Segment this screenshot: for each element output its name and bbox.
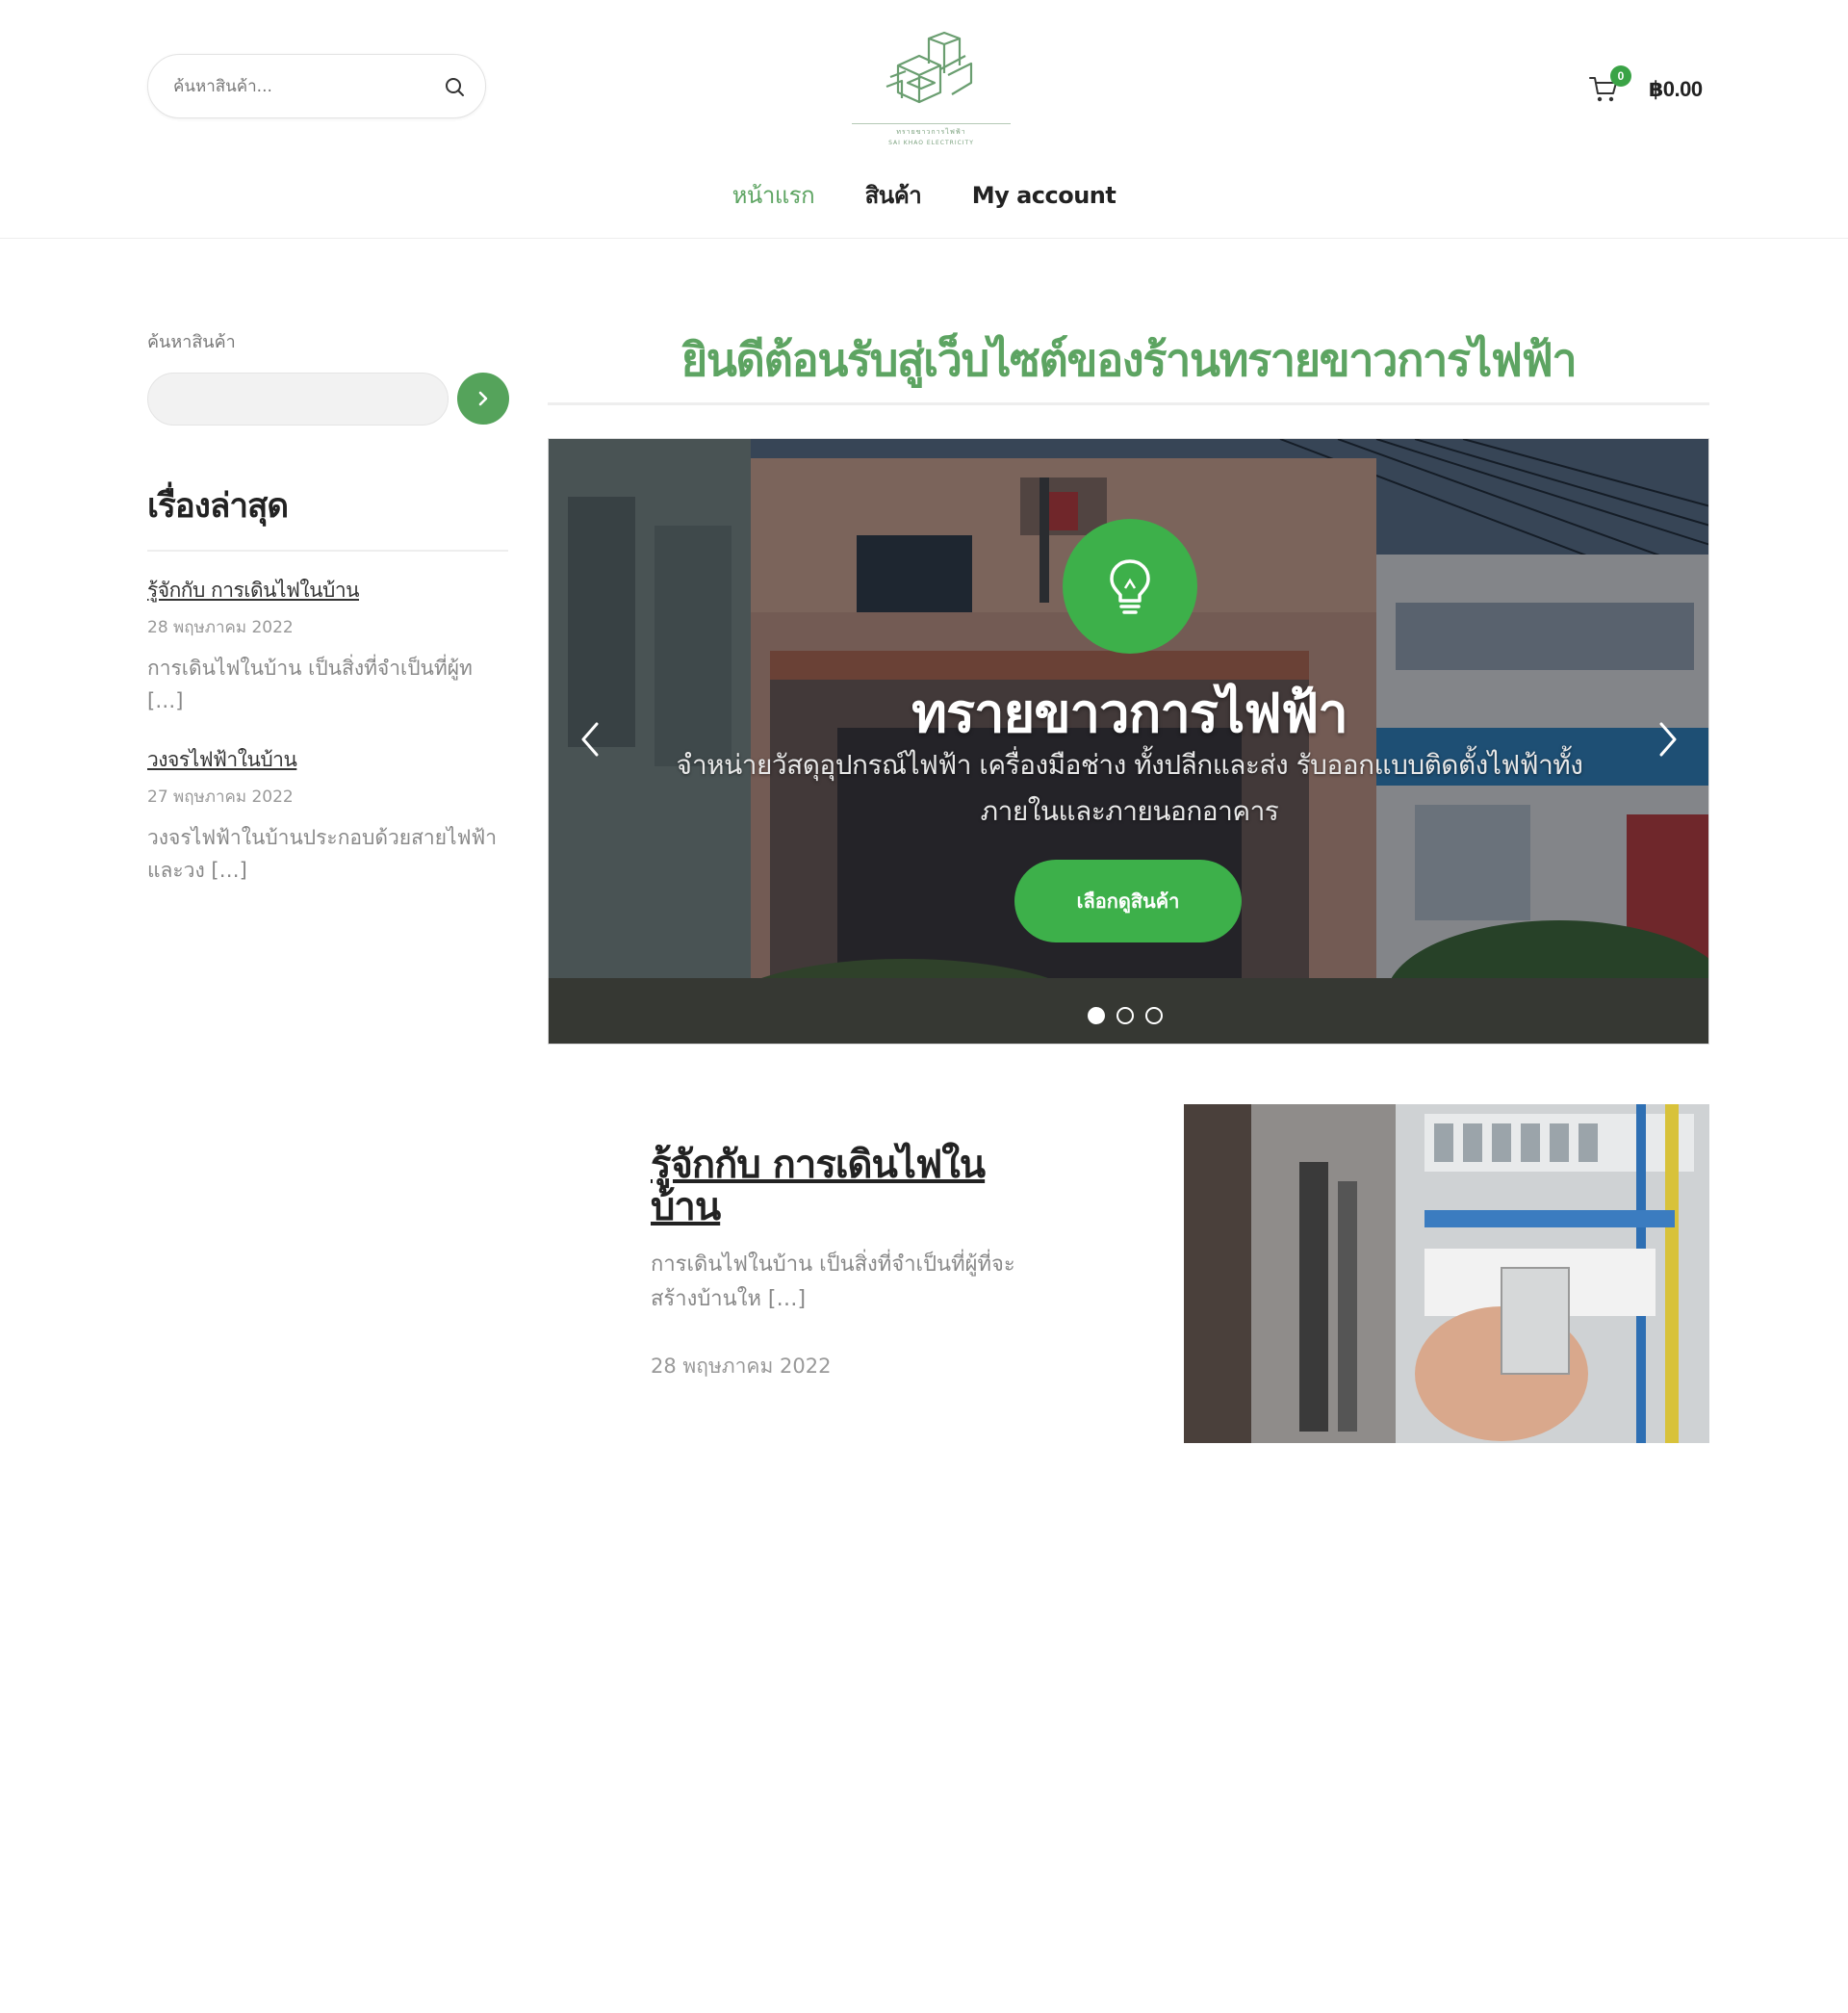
browse-products-button[interactable]: เลือกดูสินค้า	[1014, 860, 1242, 942]
recent-post-date: 28 พฤษภาคม 2022	[147, 618, 294, 637]
recent-post-excerpt: วงจรไฟฟ้าในบ้านประกอบด้วยสายไฟฟ้า และวง …	[147, 826, 498, 882]
site-header: ทรายขาวการไฟฟ้า SAI KHAO ELECTRICITY 0 ฿…	[0, 0, 1848, 239]
recent-post-link[interactable]: รู้จักกับ การเดินไฟในบ้าน	[147, 575, 508, 606]
site-logo[interactable]: ทรายขาวการไฟฟ้า SAI KHAO ELECTRICITY	[852, 27, 1011, 147]
logo-name-thai: ทรายขาวการไฟฟ้า	[896, 128, 966, 136]
featured-post-date: 28 พฤษภาคม 2022	[651, 1355, 832, 1378]
sidebar-search-form	[147, 369, 509, 426]
cart-total[interactable]: ฿0.00	[1649, 77, 1703, 102]
slider-dot[interactable]	[1088, 1007, 1105, 1024]
hero-slider: ทรายขาวการไฟฟ้า จำหน่ายวัสดุอุปกรณ์ไฟฟ้า…	[548, 438, 1709, 1045]
sidebar-search-input[interactable]	[147, 373, 449, 426]
slider-dot[interactable]	[1145, 1007, 1163, 1024]
logo-mark-icon	[886, 31, 973, 104]
chevron-right-icon	[478, 391, 488, 406]
nav-item-products[interactable]: สินค้า	[865, 176, 922, 214]
logo-text: ทรายขาวการไฟฟ้า SAI KHAO ELECTRICITY	[852, 123, 1011, 146]
sidebar-search-label: ค้นหาสินค้า	[147, 332, 236, 352]
main-navigation: หน้าแรก สินค้า My account	[0, 176, 1848, 214]
recent-posts-heading: เรื่องล่าสุด	[147, 479, 508, 552]
sidebar: ค้นหาสินค้า เรื่องล่าสุด รู้จักกับ การเด…	[147, 327, 509, 887]
chevron-left-icon[interactable]	[576, 718, 604, 761]
header-search-input[interactable]	[173, 72, 433, 101]
search-icon[interactable]	[443, 75, 466, 98]
cart-count-badge: 0	[1610, 65, 1631, 87]
logo-name-english: SAI KHAO ELECTRICITY	[888, 140, 974, 146]
cart-widget[interactable]: 0 ฿0.00	[1588, 65, 1713, 110]
slider-dot[interactable]	[1116, 1007, 1134, 1024]
sidebar-search-button[interactable]	[457, 373, 509, 425]
featured-post-excerpt: การเดินไฟในบ้าน เป็นสิ่งที่จำเป็นที่ผู้ท…	[651, 1252, 1015, 1311]
title-divider	[548, 402, 1709, 405]
lightbulb-icon	[1110, 559, 1150, 614]
chevron-right-icon[interactable]	[1654, 718, 1682, 761]
recent-post-link[interactable]: วงจรไฟฟ้าในบ้าน	[147, 744, 508, 776]
nav-item-my-account[interactable]: My account	[972, 182, 1116, 209]
slider-pagination	[1088, 1007, 1174, 1026]
slide-description: จำหน่ายวัสดุอุปกรณ์ไฟฟ้า เครื่องมือช่าง …	[676, 749, 1583, 827]
header-search-box[interactable]	[147, 54, 486, 118]
recent-post-date: 27 พฤษภาคม 2022	[147, 787, 294, 807]
slide-icon	[1063, 519, 1197, 654]
nav-item-home[interactable]: หน้าแรก	[732, 176, 815, 214]
featured-post-title[interactable]: รู้จักกับ การเดินไฟในบ้าน	[651, 1144, 1036, 1228]
electrician-panel-image[interactable]	[1184, 1104, 1709, 1443]
recent-post-excerpt: การเดินไฟในบ้าน เป็นสิ่งที่จำเป็นที่ผู้ท…	[147, 657, 473, 712]
page-title: ยินดีต้อนรับสู่เว็บไซต์ของร้านทรายขาวการ…	[680, 334, 1578, 387]
